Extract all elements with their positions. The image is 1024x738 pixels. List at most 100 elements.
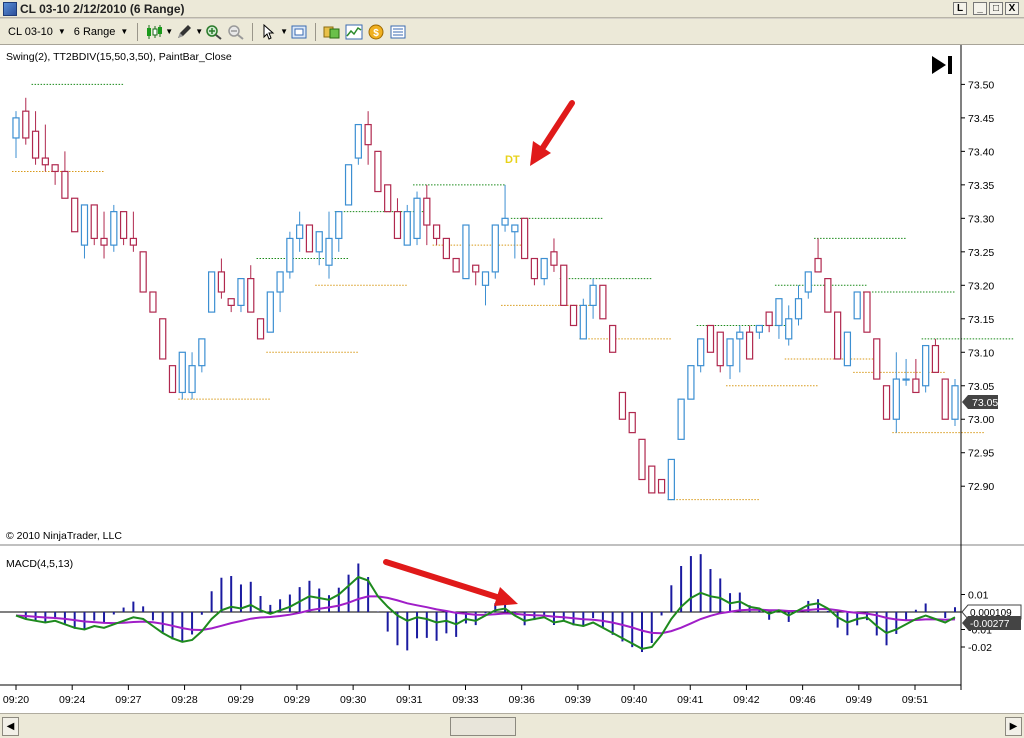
candle-up [853, 291, 861, 320]
candle-down [31, 130, 40, 159]
time-tick-label: 09:40 [621, 694, 647, 706]
candle-down [599, 284, 607, 320]
time-tick-label: 09:30 [340, 694, 366, 706]
candle-up [266, 291, 274, 333]
candle-down [256, 318, 265, 340]
minimize-button[interactable]: _ [973, 2, 987, 15]
data-box-icon[interactable] [322, 22, 342, 42]
pointer-icon[interactable] [259, 22, 279, 42]
time-tick-label: 09:20 [3, 694, 29, 706]
price-tick-label: 73.40 [968, 146, 994, 158]
candle-down [139, 251, 147, 293]
candle-down [560, 264, 568, 306]
candle-up [843, 331, 852, 367]
candle-down [452, 257, 460, 273]
candle-up [951, 385, 959, 420]
last-price-badge: 73.05 [962, 395, 998, 409]
candle-down [374, 150, 382, 193]
candle-down [618, 391, 627, 420]
strategy-icon[interactable] [344, 22, 364, 42]
price-tick-label: 73.30 [968, 213, 994, 225]
candle-up [785, 318, 793, 340]
candle-down [550, 251, 558, 266]
red-arrow-macd [383, 559, 518, 606]
candle-up [511, 224, 519, 233]
horizontal-scrollbar[interactable]: ◀ ▶ [0, 713, 1024, 738]
candle-up [207, 271, 216, 313]
link-button[interactable]: L [953, 2, 967, 15]
chart-area[interactable]: 73.50 73.45 73.40 73.35 73.30 73.25 73.20 73.15… [0, 45, 1024, 713]
chevron-down-icon[interactable]: ▼ [165, 27, 173, 36]
maximize-button[interactable]: □ [989, 2, 1003, 15]
price-tick-label: 73.25 [968, 247, 994, 259]
scroll-right-arrow-icon[interactable]: ▶ [1005, 717, 1022, 736]
candlestick-icon[interactable] [144, 22, 164, 42]
price-tick-label: 73.10 [968, 347, 994, 359]
candle-up [481, 271, 490, 286]
interval-selector[interactable]: 6 Range ▼ [70, 22, 133, 42]
macd-tick-label: 0.01 [968, 590, 989, 602]
candle-up [276, 271, 284, 293]
instrument-selector[interactable]: CL 03-10 ▼ [4, 22, 70, 42]
candle-up [325, 237, 333, 266]
chevron-down-icon: ▼ [57, 27, 66, 36]
time-tick-label: 09:28 [171, 694, 197, 706]
candle-down [149, 291, 157, 313]
candle-up [775, 298, 783, 327]
candle-down [745, 331, 754, 360]
candle-down [71, 197, 79, 233]
candle-up [296, 224, 304, 240]
scroll-left-arrow-icon[interactable]: ◀ [2, 717, 19, 736]
candle-down [442, 237, 451, 260]
scrollbar-thumb[interactable] [450, 717, 516, 736]
candle-down [931, 344, 940, 373]
candle-up [344, 164, 353, 206]
candle-up [110, 211, 118, 246]
candle-down [638, 438, 646, 481]
candle-down [90, 204, 98, 240]
price-tick-label: 73.05 [968, 381, 994, 393]
time-tick-label: 09:31 [396, 694, 422, 706]
zoom-in-icon[interactable] [204, 22, 224, 42]
price-indicators-label: Swing(2), TT2BDIV(15,50,3,50), PaintBar_… [6, 51, 232, 63]
title-bar[interactable]: CL 03-10 2/12/2010 (6 Range) L _ □ X [0, 0, 1024, 18]
avg-value-text: -0.00277 [970, 619, 1010, 630]
red-arrow-price [530, 100, 575, 166]
price-tick-label: 73.45 [968, 113, 994, 125]
candle-down [882, 385, 891, 420]
properties-icon[interactable] [289, 22, 309, 42]
scroll-to-end-icon[interactable] [932, 56, 952, 74]
order-icon[interactable]: $ [366, 22, 386, 42]
candle-down [824, 278, 832, 313]
candle-down [364, 123, 372, 146]
candle-down [863, 291, 871, 333]
price-tick-label: 72.95 [968, 448, 994, 460]
toolbar-separator [137, 22, 139, 41]
chevron-down-icon[interactable]: ▼ [195, 27, 203, 36]
candle-up [354, 123, 362, 159]
window-title: CL 03-10 2/12/2010 (6 Range) [20, 1, 185, 16]
toolbar-separator [315, 22, 317, 41]
time-tick-label: 09:36 [509, 694, 535, 706]
candle-down [520, 217, 529, 260]
pencil-icon[interactable] [174, 22, 194, 42]
candle-down [648, 465, 656, 494]
time-tick-label: 09:24 [59, 694, 85, 706]
interval-label: 6 Range [73, 25, 116, 38]
candle-down [61, 170, 69, 199]
template-icon[interactable] [388, 22, 408, 42]
candle-up [589, 284, 597, 306]
price-tick-label: 72.90 [968, 481, 994, 493]
chevron-down-icon[interactable]: ▼ [280, 27, 288, 36]
candle-down [119, 211, 128, 240]
macd-layer [0, 554, 961, 653]
close-button[interactable]: X [1005, 2, 1019, 15]
candle-down [912, 378, 920, 394]
zoom-out-icon[interactable] [226, 22, 246, 42]
chart-canvas[interactable]: 73.50 73.45 73.40 73.35 73.30 73.25 73.20 73.15… [0, 45, 1024, 713]
candle-up [335, 211, 343, 240]
candle-up [922, 344, 930, 387]
candle-down [765, 311, 773, 327]
ninjatrader-app-icon [3, 1, 17, 16]
candle-down [423, 197, 431, 226]
